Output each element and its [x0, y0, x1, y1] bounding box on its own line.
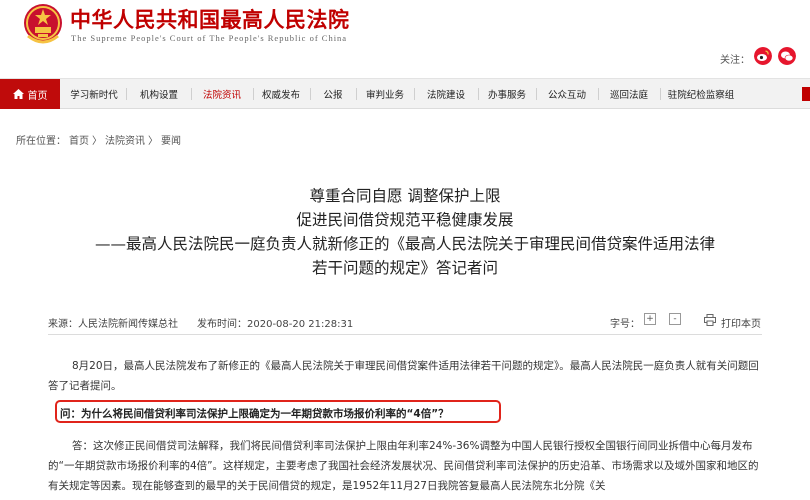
print-button[interactable]: 打印本页: [721, 315, 761, 330]
article-title-line: 若干问题的规定》答记者问: [311, 259, 498, 277]
font-decrease-button[interactable]: -: [669, 313, 681, 325]
breadcrumb-court-news[interactable]: 法院资讯: [105, 136, 145, 147]
nav-separator: [126, 88, 127, 100]
site-title[interactable]: 中华人民共和国最高人民法院: [70, 4, 350, 34]
nav-separator: [356, 88, 357, 100]
nav-item-interaction[interactable]: 公众互动: [538, 79, 596, 109]
nav-item-services[interactable]: 办事服务: [480, 79, 534, 109]
nav-home[interactable]: 首页: [0, 79, 60, 109]
nav-item-trial[interactable]: 审判业务: [358, 79, 412, 109]
wechat-icon[interactable]: [778, 47, 796, 65]
article-question: 问：为什么将民间借贷利率司法保护上限确定为一年期贷款市场报价利率的“4倍”？: [60, 408, 449, 420]
article-title-line: ——最高人民法院民一庭负责人就新修正的《最高人民法院关于审理民间借贷案件适用法律: [94, 235, 715, 253]
national-emblem-icon[interactable]: [22, 2, 64, 46]
nav-item-discipline[interactable]: 驻院纪检监察组: [662, 79, 740, 109]
nav-home-label: 首页: [27, 90, 48, 102]
main-nav: 首页 学习新时代 机构设置 法院资讯 权威发布 公报 审判业务 法院建设 办事服…: [0, 78, 810, 109]
font-size-label: 字号：: [610, 319, 640, 330]
nav-separator: [598, 88, 599, 100]
font-increase-button[interactable]: +: [644, 313, 656, 325]
nav-item-organization[interactable]: 机构设置: [128, 79, 190, 109]
weibo-icon[interactable]: [754, 47, 772, 65]
nav-separator: [310, 88, 311, 100]
nav-separator: [478, 88, 479, 100]
article-title: 尊重合同自愿 调整保护上限 促进民间借贷规范平稳健康发展 ——最高人民法院民一庭…: [0, 184, 810, 280]
article-paragraph: 答：这次修正民间借贷司法解释，我们将民间借贷利率司法保护上限由年利率24%-36…: [48, 440, 759, 492]
article-title-line: 促进民间借贷规范平稳健康发展: [296, 211, 514, 229]
breadcrumb-home[interactable]: 首页: [69, 136, 89, 147]
nav-separator: [414, 88, 415, 100]
site-header: 中华人民共和国最高人民法院 The Supreme People's Court…: [0, 0, 810, 78]
nav-separator: [536, 88, 537, 100]
site-subtitle: The Supreme People's Court of The People…: [71, 33, 348, 43]
print-icon[interactable]: [704, 314, 716, 326]
nav-item-releases[interactable]: 权威发布: [254, 79, 308, 109]
article-source: 来源：人民法院新闻传媒总社: [48, 319, 178, 330]
home-icon: [12, 89, 24, 99]
breadcrumb: 所在位置： 首页〉法院资讯〉要闻: [16, 132, 184, 147]
article-title-line: 尊重合同自愿 调整保护上限: [309, 187, 501, 205]
nav-item-gazette[interactable]: 公报: [312, 79, 354, 109]
breadcrumb-prefix: 所在位置：: [16, 136, 66, 147]
publish-time: 发布时间：2020-08-20 21:28:31: [197, 319, 354, 330]
article-paragraph: 8月20日，最高人民法院发布了新修正的《最高人民法院关于审理民间借贷案件适用法律…: [48, 360, 759, 392]
nav-item-court-building[interactable]: 法院建设: [416, 79, 476, 109]
follow-label: 关注：: [720, 55, 750, 66]
nav-item-court-news[interactable]: 法院资讯: [192, 79, 252, 109]
nav-scroll-indicator[interactable]: [802, 87, 810, 101]
breadcrumb-separator: 〉: [92, 136, 102, 147]
breadcrumb-headlines[interactable]: 要闻: [161, 136, 181, 147]
nav-separator: [660, 88, 661, 100]
breadcrumb-separator: 〉: [148, 136, 158, 147]
nav-item-learning[interactable]: 学习新时代: [64, 79, 124, 109]
meta-divider: [48, 334, 762, 335]
nav-item-circuit-court[interactable]: 巡回法庭: [600, 79, 658, 109]
